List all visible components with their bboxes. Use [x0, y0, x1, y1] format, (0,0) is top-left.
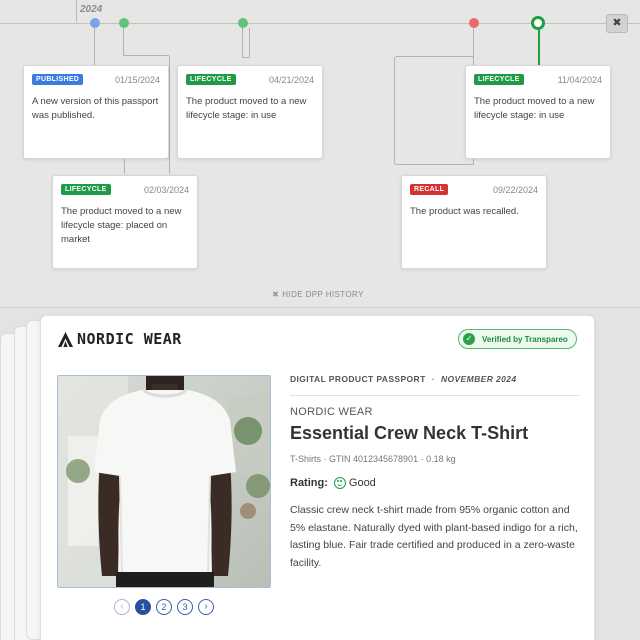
event-badge: LIFECYCLE — [61, 184, 111, 195]
event-badge: PUBLISHED — [32, 74, 84, 85]
active-connector — [538, 30, 540, 66]
year-label: 2024 — [80, 4, 103, 15]
event-text: The product moved to a new lifecycle sta… — [186, 96, 307, 121]
connector — [242, 28, 250, 58]
hide-history-button[interactable]: ✖ HIDE DPP HISTORY — [0, 290, 636, 299]
event-card-published[interactable]: PUBLISHED 01/15/2024 A new version of th… — [23, 65, 169, 159]
pager-next-button[interactable]: › — [198, 599, 214, 615]
product-meta: T-Shirts · GTIN 4012345678901 · 0.18 kg — [290, 454, 456, 464]
event-date: 01/15/2024 — [114, 74, 160, 85]
pager-page-2[interactable]: 2 — [156, 599, 172, 615]
smile-icon — [333, 477, 346, 489]
header-separator: · — [431, 374, 435, 384]
event-date: 02/03/2024 — [143, 184, 189, 195]
pager-prev-button[interactable]: ‹ — [114, 599, 130, 615]
brand-logo: NORDIC WEAR — [57, 330, 182, 348]
event-text: The product moved to a new lifecycle sta… — [61, 206, 182, 245]
timeline-dot-lifecycle[interactable] — [119, 18, 129, 28]
event-card-lifecycle[interactable]: LIFECYCLE 04/21/2024 The product moved t… — [177, 65, 323, 159]
year-divider — [76, 0, 77, 22]
product-passport-card: NORDIC WEAR ✓ Verified by Transpareo ‹ 1… — [40, 315, 595, 640]
product-rating: Rating: Good — [290, 477, 376, 489]
close-icon: ✖ — [272, 290, 280, 299]
event-text: The product was recalled. — [410, 206, 519, 217]
dpp-history-timeline: 2024 ✖ PUBLISHED 01/15/2024 A new versio… — [0, 0, 640, 308]
event-text: A new version of this passport was publi… — [32, 96, 159, 121]
event-date: 11/04/2024 — [557, 74, 602, 85]
event-date: 04/21/2024 — [268, 74, 314, 85]
verified-badge[interactable]: ✓ Verified by Transpareo — [458, 329, 577, 349]
product-description: Classic crew neck t-shirt made from 95% … — [290, 504, 578, 569]
check-icon: ✓ — [463, 333, 475, 345]
brand-mountain-icon — [58, 331, 73, 347]
event-badge: RECALL — [410, 184, 449, 195]
pager-page-1[interactable]: 1 — [135, 599, 151, 615]
event-card-lifecycle-active[interactable]: LIFECYCLE 11/04/2024 The product moved t… — [465, 65, 611, 159]
timeline-dot-active[interactable] — [531, 16, 545, 30]
hide-history-label: HIDE DPP HISTORY — [282, 290, 364, 299]
connector — [394, 56, 474, 165]
event-card-recall[interactable]: RECALL 09/22/2024 The product was recall… — [401, 175, 547, 269]
event-date: 09/22/2024 — [492, 184, 538, 195]
connector — [124, 158, 169, 174]
event-text: The product moved to a new lifecycle sta… — [474, 96, 595, 121]
timeline-dot-published[interactable] — [90, 18, 100, 28]
image-pager: ‹ 1 2 3 › — [114, 599, 219, 615]
tshirt-photo — [58, 376, 270, 587]
connector — [94, 28, 95, 66]
product-brand: NORDIC WEAR — [290, 406, 373, 418]
timeline-dot-recall[interactable] — [469, 18, 479, 28]
product-title: Essential Crew Neck T-Shirt — [290, 423, 529, 443]
timeline-dot-lifecycle[interactable] — [238, 18, 248, 28]
rating-value: Good — [348, 477, 376, 489]
dpp-header: DIGITAL PRODUCT PASSPORT · NOVEMBER 2024 — [290, 374, 579, 396]
close-history-button[interactable]: ✖ — [606, 14, 628, 33]
rating-label: Rating: — [290, 477, 328, 489]
event-badge: LIFECYCLE — [474, 74, 524, 85]
event-card-lifecycle[interactable]: LIFECYCLE 02/03/2024 The product moved t… — [52, 175, 198, 269]
connector — [123, 28, 169, 56]
pager-page-3[interactable]: 3 — [177, 599, 193, 615]
dpp-header-date: NOVEMBER 2024 — [440, 374, 517, 384]
event-badge: LIFECYCLE — [186, 74, 236, 85]
connector — [169, 56, 170, 174]
dpp-header-label: DIGITAL PRODUCT PASSPORT — [290, 374, 426, 384]
verified-label: Verified by Transpareo — [482, 334, 568, 344]
brand-logo-text: NORDIC WEAR — [77, 330, 182, 348]
product-image — [57, 375, 271, 588]
